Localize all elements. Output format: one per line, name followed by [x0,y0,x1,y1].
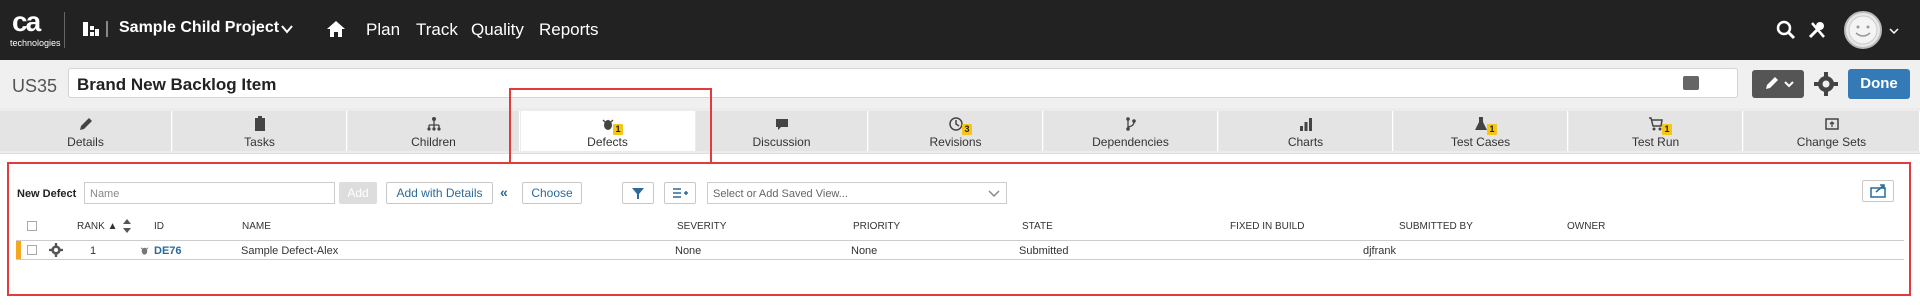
tab-charts[interactable]: Charts [1219,111,1393,151]
tab-label: Charts [1287,135,1324,149]
tab-tasks[interactable]: Tasks [173,111,347,151]
tab-label: Change Sets [1796,135,1867,149]
project-icon[interactable] [82,20,100,38]
tab-children[interactable]: Children [348,111,520,151]
bar-chart-icon [1299,118,1312,131]
tab-dependencies[interactable]: Dependencies [1044,111,1218,151]
logo-subtext: technologies [10,38,61,48]
chevron-down-icon[interactable] [1889,27,1899,35]
logo-text: ca [12,6,41,37]
project-pin-icon [106,21,108,37]
tab-test-cases[interactable]: 1 Test Cases [1394,111,1568,151]
tab-label: Children [411,135,456,149]
tab-label: Test Cases [1450,135,1511,149]
tab-label: Details [67,135,104,149]
gear-icon[interactable] [1814,72,1838,96]
tab-label: Discussion [752,135,811,149]
revisions-count-badge: 3 [962,124,972,135]
done-button[interactable]: Done [1848,69,1910,99]
tab-change-sets[interactable]: Change Sets [1744,111,1920,151]
tools-icon[interactable] [1807,20,1827,40]
pencil-icon [79,118,92,130]
detail-tabs: Details Tasks Children 1 Defects Discuss… [0,108,1920,154]
speech-bubble-icon [775,119,788,130]
nav-plan[interactable]: Plan [366,20,400,40]
item-title: Brand New Backlog Item [77,75,277,94]
changeset-icon [1824,118,1839,130]
highlight-box-defects-panel [7,162,1911,296]
tab-test-run[interactable]: 1 Test Run [1569,111,1743,151]
avatar[interactable] [1844,11,1882,49]
highlight-box-defects-tab [509,88,712,164]
formatted-id-icon[interactable] [1683,76,1699,90]
item-id: US35 [12,76,58,96]
project-selector[interactable]: Sample Child Project [119,19,279,37]
branch-icon [1125,117,1136,131]
chevron-down-icon[interactable] [280,22,294,36]
clipboard-icon [254,116,265,131]
tab-discussion[interactable]: Discussion [696,111,868,151]
item-title-field[interactable]: Brand New Backlog Item [68,68,1738,98]
search-icon[interactable] [1776,20,1796,40]
home-icon[interactable] [326,20,346,38]
item-header: US35 Brand New Backlog Item Done [0,60,1920,108]
tab-label: Test Run [1631,135,1680,149]
logo-divider [64,12,65,48]
test-cases-count-badge: 1 [1487,124,1497,135]
tab-revisions[interactable]: 3 Revisions [869,111,1043,151]
ca-technologies-logo[interactable]: ca technologies [10,6,61,50]
pencil-icon [1766,77,1794,89]
nav-reports[interactable]: Reports [539,20,599,40]
tab-label: Dependencies [1092,135,1169,149]
nav-quality[interactable]: Quality [471,20,524,40]
nav-track[interactable]: Track [416,20,458,40]
test-run-count-badge: 1 [1662,124,1672,135]
edit-menu-button[interactable] [1752,70,1804,98]
tab-label: Tasks [244,135,275,149]
tab-details[interactable]: Details [0,111,172,151]
hierarchy-icon [426,117,441,131]
top-navigation-bar: ca technologies Sample Child Project Pla… [0,0,1920,60]
smiley-avatar-icon [1848,15,1878,45]
tab-label: Revisions [929,135,982,149]
